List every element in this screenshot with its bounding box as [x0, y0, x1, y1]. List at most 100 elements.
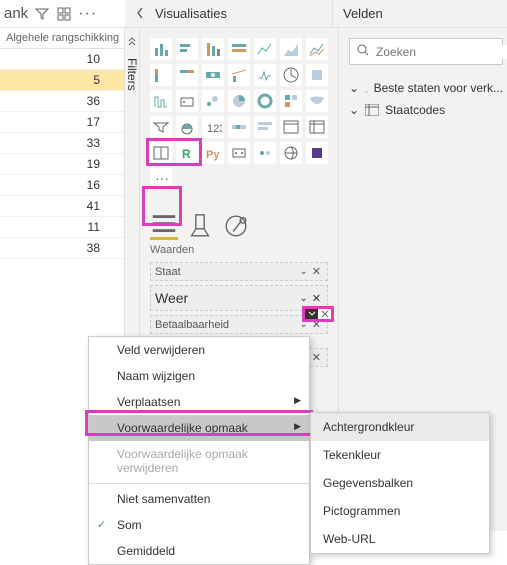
remove-icon[interactable]: ✕ — [310, 265, 323, 278]
visualization-type-icon[interactable] — [228, 116, 250, 138]
table-row[interactable]: 36 — [0, 91, 124, 112]
remove-icon[interactable]: ✕ — [310, 318, 323, 331]
visualization-type-icon[interactable] — [202, 38, 224, 60]
filter-icon[interactable] — [34, 6, 50, 22]
visualization-type-icon[interactable] — [228, 38, 250, 60]
field-well-staat[interactable]: Staat ⌄✕ — [150, 262, 328, 281]
visualization-type-icon[interactable] — [150, 116, 172, 138]
visualization-type-icon[interactable] — [280, 90, 302, 112]
submenu-item[interactable]: Pictogrammen — [311, 497, 489, 525]
visualization-type-icon[interactable] — [306, 90, 328, 112]
submenu-item[interactable]: Web-URL — [311, 525, 489, 553]
visualization-type-icon[interactable] — [150, 38, 172, 60]
well-label: Staat — [155, 266, 181, 278]
visualization-type-icon[interactable] — [306, 142, 328, 164]
menu-item[interactable]: Niet samenvatten — [89, 486, 309, 512]
svg-text:···: ··· — [155, 170, 169, 186]
visualization-type-icon[interactable] — [280, 38, 302, 60]
visualization-type-icon[interactable] — [280, 116, 302, 138]
visualization-type-icon[interactable] — [150, 64, 172, 86]
visualization-type-icon[interactable] — [254, 38, 276, 60]
visualization-type-icon[interactable] — [254, 142, 276, 164]
remove-icon[interactable]: ✕ — [310, 292, 323, 305]
chevron-down-icon[interactable]: ⌄ — [299, 319, 307, 330]
submenu-item[interactable]: Gegevensbalken — [311, 469, 489, 497]
field-table-name: Staatcodes — [385, 103, 445, 117]
analytics-tab[interactable] — [222, 212, 250, 240]
submenu-item[interactable]: Tekenkleur — [311, 441, 489, 469]
filters-label: Filters — [125, 58, 139, 91]
visualization-type-icon[interactable] — [150, 90, 172, 112]
visualization-type-icon[interactable] — [306, 38, 328, 60]
table-row[interactable]: 16 — [0, 175, 124, 196]
column-header[interactable]: Algehele rangschikking — [0, 28, 124, 49]
menu-item[interactable]: Voorwaardelijke opmaak▶ — [89, 415, 309, 441]
visualization-type-icon[interactable] — [280, 142, 302, 164]
table-row[interactable]: 10 — [0, 49, 124, 70]
field-table-item[interactable]: ⌄ Staatcodes — [349, 99, 503, 121]
chevron-down-icon[interactable]: ⌄ — [299, 266, 307, 277]
menu-item[interactable]: Som✓ — [89, 512, 309, 538]
submenu-item[interactable]: Achtergrondkleur — [311, 413, 489, 441]
visualization-type-icon[interactable] — [176, 64, 198, 86]
field-table-item[interactable]: ⌄ Beste staten voor verk... — [349, 77, 503, 99]
visualization-type-icon[interactable]: ··· — [150, 168, 172, 190]
menu-item[interactable]: Veld verwijderen — [89, 337, 309, 363]
visualization-gallery: 123 R Py ··· — [150, 38, 328, 190]
visualization-type-icon[interactable]: Py — [202, 142, 224, 164]
visualization-type-icon[interactable]: 123 — [202, 116, 224, 138]
visualization-type-icon[interactable] — [254, 64, 276, 86]
well-label: Betaalbaarheid — [155, 319, 229, 331]
table-row[interactable]: 5 — [0, 70, 124, 91]
menu-item[interactable]: Verplaatsen▶ — [89, 389, 309, 415]
fields-tab[interactable] — [150, 212, 178, 240]
table-row[interactable]: 17 — [0, 112, 124, 133]
chevron-down-icon[interactable]: ⌄ — [349, 103, 359, 117]
visualization-type-icon[interactable] — [306, 64, 328, 86]
more-icon[interactable]: ··· — [78, 5, 97, 23]
search-box[interactable] — [349, 38, 503, 65]
svg-text:R: R — [182, 147, 191, 161]
visualization-type-icon[interactable] — [202, 64, 224, 86]
remove-icon[interactable]: ✕ — [310, 351, 323, 364]
field-well-weer[interactable]: Weer ⌄✕ — [150, 285, 328, 311]
visualization-type-icon[interactable] — [150, 142, 172, 164]
visualization-type-icon[interactable] — [280, 64, 302, 86]
menu-item[interactable]: Gemiddeld — [89, 538, 309, 564]
format-tab[interactable] — [186, 212, 214, 240]
visualization-type-icon[interactable] — [176, 116, 198, 138]
visualization-type-icon[interactable] — [254, 116, 276, 138]
chevron-left-icon[interactable] — [134, 6, 146, 20]
collapse-arrow-icon[interactable] — [126, 36, 138, 48]
search-input[interactable] — [376, 45, 507, 59]
well-label: Weer — [155, 290, 188, 306]
visualizations-pane-title: Visualisaties — [125, 0, 332, 27]
search-icon — [356, 43, 370, 60]
svg-text:123: 123 — [207, 123, 222, 135]
submenu: AchtergrondkleurTekenkleurGegevensbalken… — [310, 412, 490, 554]
rank-title: ank — [4, 5, 28, 22]
visualization-type-icon[interactable] — [306, 116, 328, 138]
visualization-type-icon[interactable] — [228, 142, 250, 164]
visualization-type-icon[interactable] — [202, 90, 224, 112]
chevron-down-icon[interactable]: ⌄ — [349, 81, 359, 95]
menu-item[interactable]: Naam wijzigen — [89, 363, 309, 389]
visualization-type-icon[interactable] — [228, 90, 250, 112]
table-row[interactable]: 41 — [0, 196, 124, 217]
visualization-type-icon[interactable] — [228, 64, 250, 86]
table-row[interactable]: 11 — [0, 217, 124, 238]
field-well-betaalbaarheid[interactable]: Betaalbaarheid ⌄✕ — [150, 315, 328, 334]
focus-mode-icon[interactable] — [56, 6, 72, 22]
table-icon — [365, 82, 368, 94]
chevron-down-icon[interactable]: ⌄ — [299, 293, 307, 304]
visualization-type-icon[interactable] — [254, 90, 276, 112]
values-label: Waarden — [150, 244, 328, 256]
table-row[interactable]: 19 — [0, 154, 124, 175]
visualization-type-icon[interactable]: R — [176, 142, 198, 164]
table-row[interactable]: 38 — [0, 238, 124, 259]
table-row[interactable]: 33 — [0, 133, 124, 154]
fields-pane-title: Velden — [332, 0, 507, 27]
field-table-name: Beste staten voor verk... — [374, 81, 503, 95]
visualization-type-icon[interactable] — [176, 38, 198, 60]
visualization-type-icon[interactable] — [176, 90, 198, 112]
